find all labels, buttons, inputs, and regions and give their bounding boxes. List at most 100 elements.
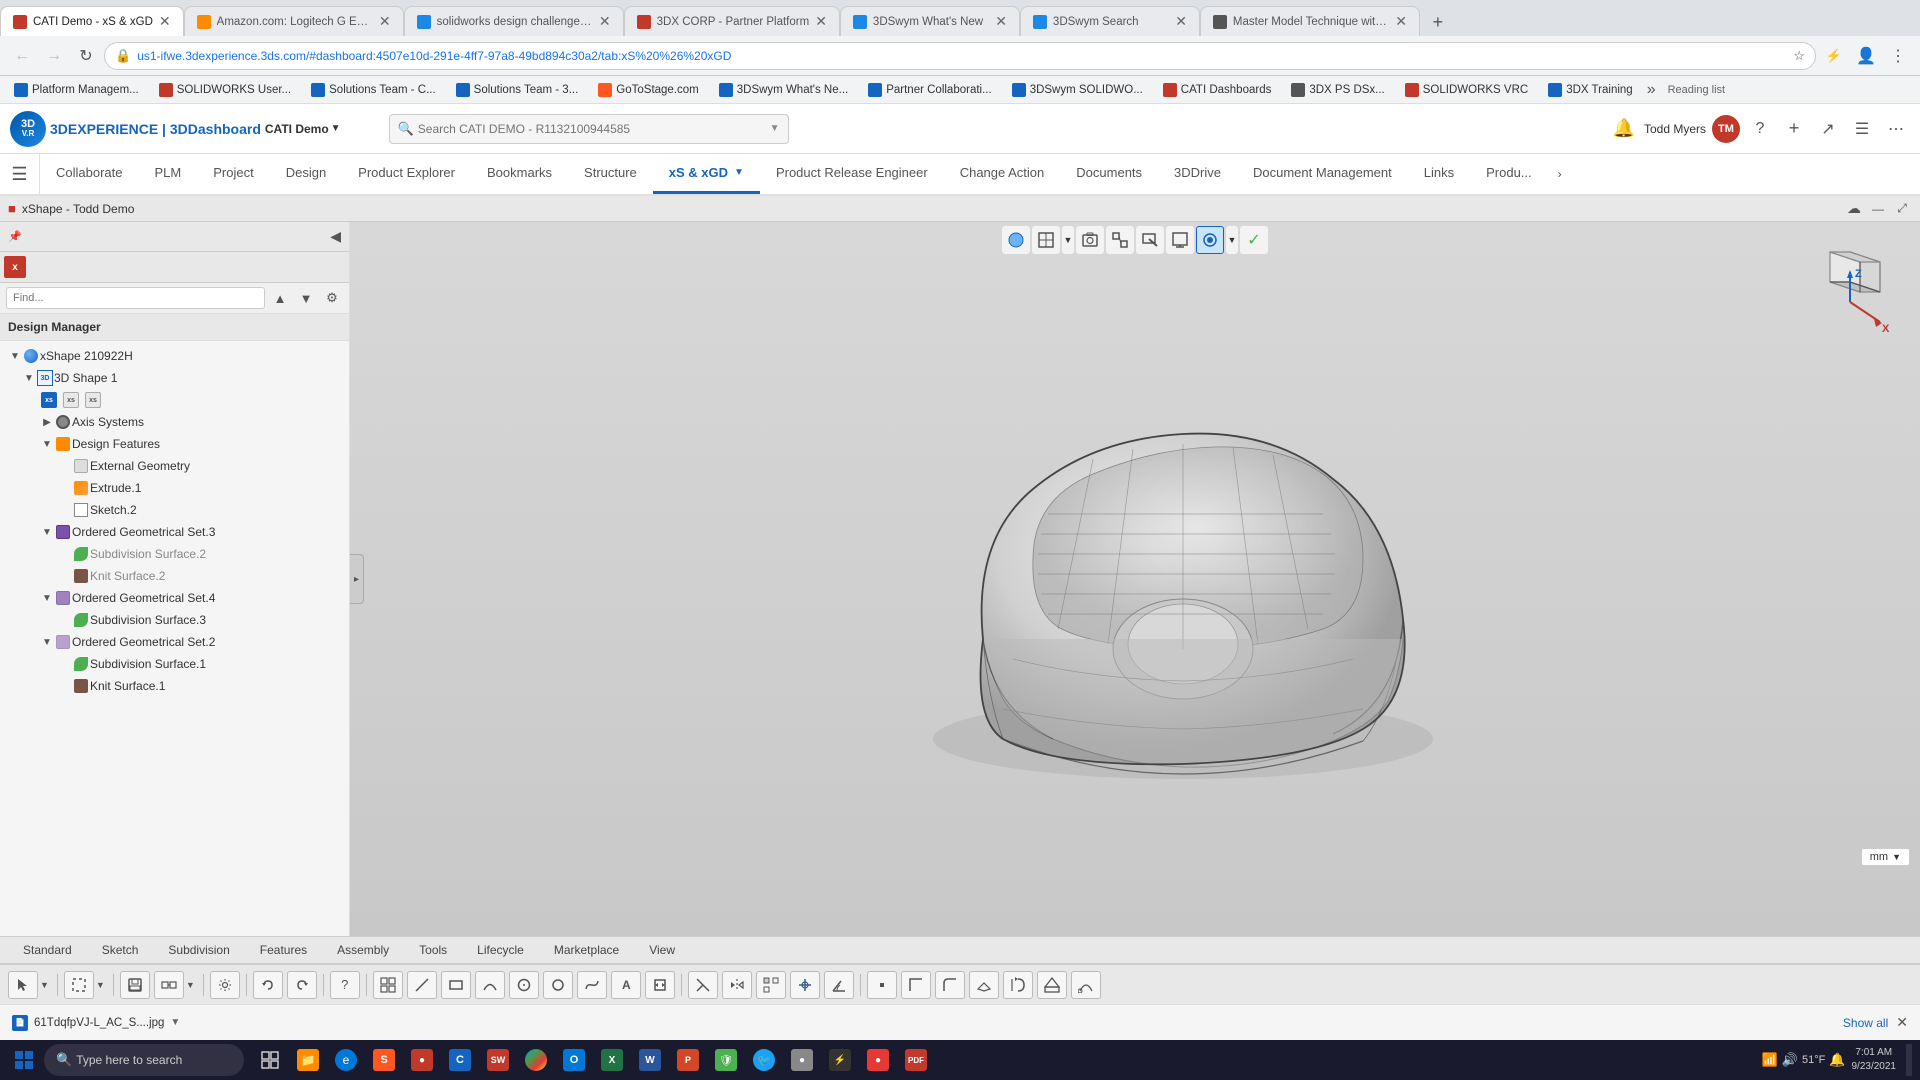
status-bar-close-button[interactable]: ✕ [1896, 1014, 1908, 1031]
bookmark-partner[interactable]: Partner Collaborati... [862, 81, 997, 99]
tree-item-3dshape1[interactable]: ▼ 3D 3D Shape 1 [0, 367, 349, 389]
tb-array[interactable] [756, 971, 786, 999]
expand-icon[interactable]: ▼ [40, 591, 54, 605]
tb-settings[interactable] [210, 971, 240, 999]
help-icon[interactable]: ? [1746, 115, 1774, 143]
tree-item-xs-row[interactable]: xs xs xs [0, 389, 349, 411]
tb-spline[interactable] [577, 971, 607, 999]
panel-pin-icon[interactable]: 📌 [8, 230, 22, 243]
taskbar-app-taskview[interactable] [252, 1042, 288, 1078]
bookmark-3dswym-new[interactable]: 3DSwym What's Ne... [713, 81, 854, 99]
tb-rectangle[interactable] [441, 971, 471, 999]
nav-item-xs-xgd[interactable]: xS & xGD ▼ [653, 154, 760, 194]
tree-item-ogs3[interactable]: ▼ Ordered Geometrical Set.3 [0, 521, 349, 543]
taskbar-search-bar[interactable]: 🔍 Type here to search [44, 1044, 244, 1076]
reload-button[interactable]: ↻ [72, 42, 100, 70]
taskbar-app-edge[interactable]: e [328, 1042, 364, 1078]
vp-btn-sphere[interactable] [1002, 226, 1030, 254]
tree-item-sketch[interactable]: Sketch.2 [0, 499, 349, 521]
tab-close-icon[interactable]: ✕ [1175, 13, 1187, 30]
browser-menu-icon[interactable]: ⋮ [1884, 42, 1912, 70]
bookmark-sw-user[interactable]: SOLIDWORKS User... [153, 81, 297, 99]
taskbar-app-pdf[interactable]: PDF [898, 1042, 934, 1078]
vp-btn-view[interactable] [1032, 226, 1060, 254]
search-dropdown-arrow[interactable]: ▼ [770, 123, 780, 134]
volume-icon[interactable]: 🔊 [1782, 1052, 1798, 1068]
tab-close-icon[interactable]: ✕ [599, 13, 611, 30]
bookmark-3dswym-sw[interactable]: 3DSwym SOLIDWO... [1006, 81, 1149, 99]
tb-plane[interactable] [969, 971, 999, 999]
tab-lifecycle[interactable]: Lifecycle [462, 940, 539, 960]
browser-tab-6[interactable]: 3DSwym Search ✕ [1020, 6, 1200, 36]
nav-item-pre[interactable]: Product Release Engineer [760, 154, 944, 194]
tb-text[interactable]: A [611, 971, 641, 999]
tree-item-ext-geom[interactable]: External Geometry [0, 455, 349, 477]
extensions-icon[interactable]: ⚡ [1820, 42, 1848, 70]
tb-transform-dropdown[interactable]: ▼ [186, 980, 195, 990]
panel-sort-down-icon[interactable]: ▼ [295, 287, 317, 309]
start-button[interactable] [8, 1044, 40, 1076]
tb-mirror[interactable] [722, 971, 752, 999]
bookmark-solutions-c[interactable]: Solutions Team - C... [305, 81, 442, 99]
browser-tab-5[interactable]: 3DSwym What's New ✕ [840, 6, 1020, 36]
tree-item-subdiv2[interactable]: Subdivision Surface.2 [0, 543, 349, 565]
tb-extrude-tool[interactable] [1037, 971, 1067, 999]
vp-btn-zoom-fit[interactable] [1106, 226, 1134, 254]
expand-icon[interactable]: ▼ [8, 349, 22, 363]
star-icon[interactable]: ☆ [1793, 48, 1805, 64]
taskbar-app-gray[interactable]: ● [784, 1042, 820, 1078]
tb-sweep[interactable] [1071, 971, 1101, 999]
bookmark-3dx-training[interactable]: 3DX Training [1542, 81, 1638, 99]
forward-button[interactable]: → [40, 42, 68, 70]
bookmark-cati-dashboards[interactable]: CATI Dashboards [1157, 81, 1278, 99]
panel-close-button[interactable]: ◀ [330, 228, 341, 245]
bookmark-solutions-3[interactable]: Solutions Team - 3... [450, 81, 585, 99]
new-tab-button[interactable]: + [1424, 8, 1452, 36]
xs-xgd-dropdown[interactable]: xS & xGD ▼ [669, 165, 744, 180]
reading-list-label[interactable]: Reading list [1668, 84, 1725, 96]
expand-icon[interactable]: ▼ [40, 525, 54, 539]
tab-standard[interactable]: Standard [8, 940, 87, 960]
panel-sort-up-icon[interactable]: ▲ [269, 287, 291, 309]
nav-item-plm[interactable]: PLM [139, 154, 198, 194]
vp-btn-vis-filter[interactable] [1196, 226, 1224, 254]
global-search-input[interactable] [418, 122, 762, 136]
taskbar-app-ppt[interactable]: P [670, 1042, 706, 1078]
nav-item-links[interactable]: Links [1408, 154, 1470, 194]
show-desktop-button[interactable] [1906, 1044, 1912, 1076]
browser-tab-active[interactable]: CATI Demo - xS & xGD ✕ [0, 6, 184, 36]
demo-name-dropdown[interactable]: CATI Demo ▼ [265, 122, 341, 136]
tb-corner[interactable] [901, 971, 931, 999]
nav-item-product-explorer[interactable]: Product Explorer [342, 154, 471, 194]
tab-tools[interactable]: Tools [404, 940, 462, 960]
tree-item-knit2[interactable]: Knit Surface.2 [0, 565, 349, 587]
tb-transform[interactable] [154, 971, 184, 999]
taskbar-app-blue-c[interactable]: C [442, 1042, 478, 1078]
add-icon[interactable]: + [1780, 115, 1808, 143]
status-expand-arrow[interactable]: ▼ [170, 1017, 180, 1028]
vp-vis-dropdown[interactable]: ▼ [1226, 226, 1238, 254]
tab-close-icon[interactable]: ✕ [379, 13, 391, 30]
minimize-workbench-icon[interactable]: — [1868, 199, 1888, 219]
browser-tab-7[interactable]: Master Model Technique with ... ✕ [1200, 6, 1420, 36]
tree-item-xshape[interactable]: ▼ xShape 210922H [0, 345, 349, 367]
tb-point[interactable] [867, 971, 897, 999]
tb-undo[interactable] [253, 971, 283, 999]
tb-select-all[interactable] [64, 971, 94, 999]
vp-btn-check[interactable]: ✓ [1240, 226, 1268, 254]
tb-trim[interactable] [688, 971, 718, 999]
tb-grid[interactable] [373, 971, 403, 999]
bookmark-gotostage[interactable]: GoToStage.com [592, 81, 704, 99]
panel-app-icon[interactable]: x [4, 256, 26, 278]
account-icon[interactable]: 👤 [1852, 42, 1880, 70]
tab-close-icon[interactable]: ✕ [995, 13, 1007, 30]
tb-constraint[interactable] [790, 971, 820, 999]
panel-collapse-button[interactable]: ▸ [350, 554, 364, 604]
tree-item-design-features[interactable]: ▼ Design Features [0, 433, 349, 455]
nav-menu-icon[interactable]: ☰ [0, 154, 40, 194]
vp-view-dropdown[interactable]: ▼ [1062, 226, 1074, 254]
nav-more-button[interactable]: › [1548, 154, 1572, 194]
tb-line[interactable] [407, 971, 437, 999]
taskbar-app-dark[interactable]: ⚡ [822, 1042, 858, 1078]
bookmarks-more-icon[interactable]: » [1647, 81, 1656, 99]
